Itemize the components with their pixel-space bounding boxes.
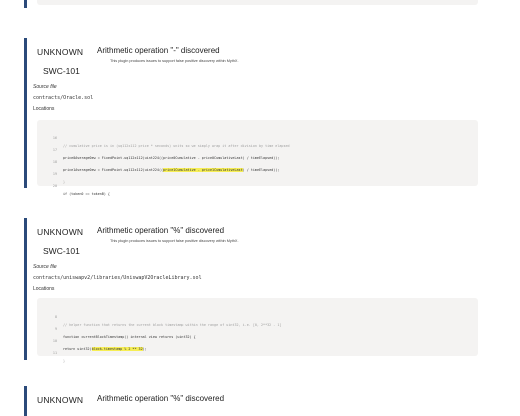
source-file-path: contracts/Oracle.sol [33,95,94,101]
code-line: 11 } [37,341,478,363]
code-line: 9 function currentBlockTimestamp() inter… [37,317,478,339]
severity-label: UNKNOWN [37,227,84,237]
code-line: 20 if (token0 == tokenB) { [37,174,478,196]
code-line-highlighted: 18 price1Average0ew = FixedPoint.uq112x1… [37,150,478,172]
locations-label: Locations [33,106,55,112]
code-line: 17 price0Average0ew = FixedPoint.uq112x1… [37,138,478,160]
finding-card: UNKNOWN SWC-101 Arithmetic operation "%"… [24,218,481,363]
finding-title: Arithmetic operation "-" discovered [97,46,220,55]
code-line-highlighted: 10 return uint32(block.timestamp % 2 ** … [37,329,478,351]
previous-finding-remnant [24,0,481,8]
source-file-path: contracts/uniswapv2/libraries/UniswapV2O… [33,275,202,281]
code-line: 8 // helper function that returns the cu… [37,305,478,327]
locations-label: Locations [33,286,55,292]
code-text: if (token0 == tokenB) { [63,192,110,196]
finding-card: UNKNOWN Arithmetic operation "%" discove… [24,386,481,416]
finding-description: This plugin produces issues to support f… [110,239,239,243]
code-snippet: 16 // cumulative price is in (uq112x112 … [37,120,478,196]
code-line: 19 } [37,162,478,184]
finding-card: UNKNOWN SWC-101 Arithmetic operation "-"… [24,38,481,196]
previous-code-box [37,0,478,5]
source-file-label: Source file [33,264,57,270]
swc-id: SWC-101 [43,246,80,256]
finding-title: Arithmetic operation "%" discovered [97,226,225,235]
code-text: } [63,359,66,363]
line-number: 20 [52,184,57,188]
source-file-label: Source file [33,84,57,90]
finding-description: This plugin produces issues to support f… [110,59,239,63]
code-snippet: 8 // helper function that returns the cu… [37,298,478,363]
severity-label: UNKNOWN [37,47,84,57]
severity-label: UNKNOWN [37,395,84,405]
line-number: 11 [52,351,57,355]
finding-title: Arithmetic operation "%" discovered [97,394,225,403]
swc-id: SWC-101 [43,66,80,76]
code-line: 16 // cumulative price is in (uq112x112 … [37,126,478,148]
